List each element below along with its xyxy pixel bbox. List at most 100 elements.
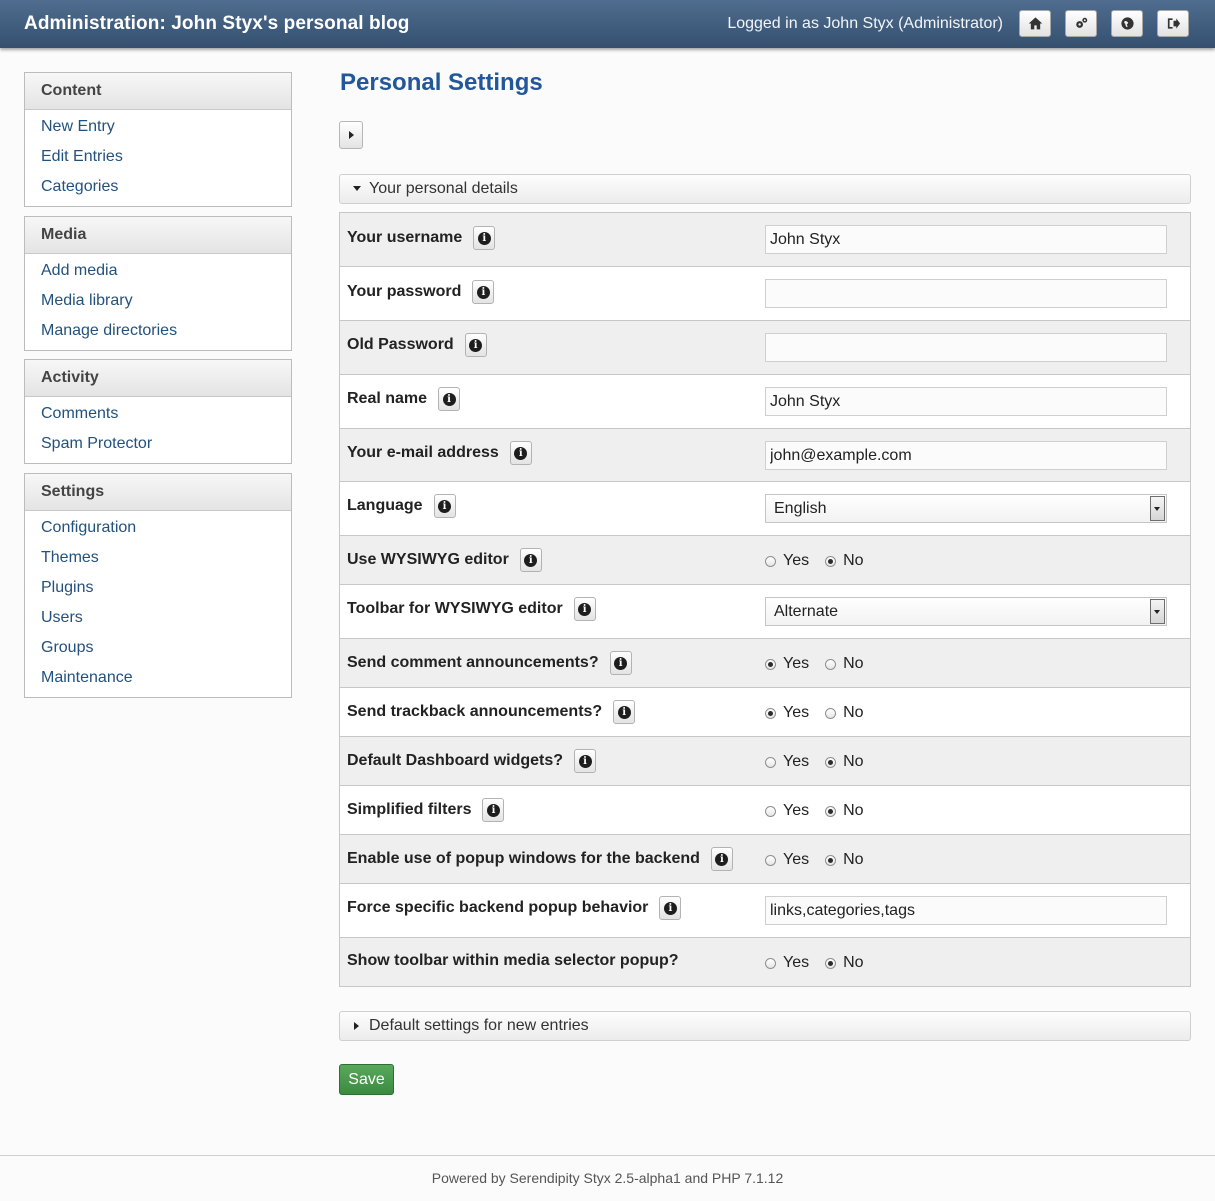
nav-edit-entries[interactable]: Edit Entries (25, 142, 291, 172)
nav-settings: Settings Configuration Themes Plugins Us… (24, 473, 292, 698)
nav-maintenance[interactable]: Maintenance (25, 663, 291, 693)
footer-divider (0, 1155, 1215, 1156)
info-icon: i (578, 602, 592, 616)
toolbar-select[interactable]: Alternate (765, 597, 1167, 626)
info-icon: i (476, 285, 490, 299)
wysiwyg-no-radio[interactable] (825, 555, 837, 567)
nav-new-entry[interactable]: New Entry (25, 112, 291, 142)
old-password-label: Old Password (347, 336, 454, 353)
dashboard-widgets-yes-radio[interactable] (765, 756, 776, 768)
email-info-button[interactable]: i (509, 441, 532, 465)
popup-behavior-info-button[interactable]: i (659, 896, 682, 920)
dashboard-widgets-radio-group: Yes No (765, 753, 864, 771)
old-password-input[interactable] (765, 333, 1167, 362)
info-icon: i (524, 553, 538, 567)
password-input[interactable] (765, 279, 1167, 308)
comment-announce-label: Send comment announcements? (347, 654, 599, 671)
language-select-value: English (774, 500, 827, 517)
comment-announce-info-button[interactable]: i (609, 651, 632, 675)
popup-windows-info-button[interactable]: i (710, 847, 733, 871)
section-personal-details-label: Your personal details (369, 180, 518, 197)
view-blog-button[interactable] (1111, 10, 1143, 37)
nav-categories[interactable]: Categories (25, 172, 291, 202)
email-label: Your e-mail address (347, 444, 499, 461)
media-toolbar-no-radio[interactable] (825, 957, 837, 969)
nav-add-media[interactable]: Add media (25, 256, 291, 286)
nav-configuration[interactable]: Configuration (25, 513, 291, 543)
dashboard-widgets-info-button[interactable]: i (574, 749, 597, 773)
media-toolbar-yes-radio[interactable] (765, 957, 776, 969)
username-label: Your username (347, 229, 463, 246)
nav-settings-title: Settings (25, 474, 291, 511)
nav-media-library[interactable]: Media library (25, 286, 291, 316)
section-personal-details[interactable]: Your personal details (339, 174, 1191, 204)
simplified-filters-no-radio[interactable] (825, 805, 837, 817)
admin-title: Administration: John Styx's personal blo… (24, 13, 410, 34)
home-button[interactable] (1019, 10, 1051, 37)
nav-themes[interactable]: Themes (25, 543, 291, 573)
email-input[interactable] (765, 441, 1167, 470)
logout-icon (1167, 18, 1180, 29)
section-default-settings[interactable]: Default settings for new entries (339, 1011, 1191, 1041)
password-label: Your password (347, 283, 462, 300)
old-password-info-button[interactable]: i (464, 333, 487, 357)
username-info-button[interactable]: i (473, 226, 496, 250)
nav-groups[interactable]: Groups (25, 633, 291, 663)
row-trackback-announce: Send trackback announcements? i Yes No (340, 688, 1190, 737)
nav-manage-directories[interactable]: Manage directories (25, 316, 291, 346)
trackback-announce-yes-radio[interactable] (765, 707, 776, 719)
info-icon: i (438, 499, 452, 513)
language-info-button[interactable]: i (433, 494, 456, 518)
row-password: Your password i (340, 267, 1190, 321)
nav-plugins[interactable]: Plugins (25, 573, 291, 603)
info-icon: i (469, 338, 483, 352)
trackback-announce-no-radio[interactable] (825, 707, 837, 719)
password-info-button[interactable]: i (472, 280, 495, 304)
wysiwyg-yes-radio[interactable] (765, 555, 776, 567)
language-select[interactable]: English (765, 494, 1167, 523)
wysiwyg-info-button[interactable]: i (519, 548, 542, 572)
popup-behavior-input[interactable] (765, 896, 1167, 925)
nav-users[interactable]: Users (25, 603, 291, 633)
row-comment-announce: Send comment announcements? i Yes No (340, 639, 1190, 688)
popup-windows-no-radio[interactable] (825, 854, 837, 866)
dashboard-widgets-label: Default Dashboard widgets? (347, 752, 564, 769)
info-icon: i (578, 754, 592, 768)
section-default-settings-label: Default settings for new entries (369, 1017, 589, 1034)
save-button[interactable]: Save (339, 1064, 394, 1095)
media-toolbar-radio-group: Yes No (765, 954, 864, 972)
nav-spam-protector[interactable]: Spam Protector (25, 429, 291, 459)
logout-button[interactable] (1157, 10, 1189, 37)
simplified-filters-yes-radio[interactable] (765, 805, 776, 817)
username-input[interactable] (765, 225, 1167, 254)
popup-windows-yes-radio[interactable] (765, 854, 776, 866)
info-icon: i (486, 803, 500, 817)
info-icon: i (663, 901, 677, 915)
nav-activity: Activity Comments Spam Protector (24, 359, 292, 464)
language-label: Language (347, 497, 423, 514)
dashboard-widgets-no-radio[interactable] (825, 756, 837, 768)
real-name-input[interactable] (765, 387, 1167, 416)
row-email: Your e-mail address i (340, 429, 1190, 482)
dropdown-arrow-icon (1150, 496, 1165, 521)
info-icon: i (614, 656, 628, 670)
trackback-announce-label: Send trackback announcements? (347, 703, 603, 720)
wysiwyg-label: Use WYSIWYG editor (347, 551, 509, 568)
popup-behavior-label: Force specific backend popup behavior (347, 899, 649, 916)
real-name-info-button[interactable]: i (438, 387, 461, 411)
row-simplified-filters: Simplified filters i Yes No (340, 786, 1190, 835)
nav-comments[interactable]: Comments (25, 399, 291, 429)
comment-announce-yes-radio[interactable] (765, 658, 776, 670)
gears-icon (1075, 17, 1087, 28)
toolbar-info-button[interactable]: i (573, 597, 596, 621)
simplified-filters-info-button[interactable]: i (482, 798, 505, 822)
info-icon: i (715, 852, 729, 866)
login-status: Logged in as John Styx (Administrator) (727, 15, 1003, 32)
toggle-all-button[interactable] (339, 121, 363, 149)
comment-announce-no-radio[interactable] (825, 658, 837, 670)
wysiwyg-radio-group: Yes No (765, 552, 864, 570)
row-popup-windows: Enable use of popup windows for the back… (340, 835, 1190, 884)
nav-content: Content New Entry Edit Entries Categorie… (24, 72, 292, 207)
settings-button[interactable] (1065, 10, 1097, 37)
trackback-announce-info-button[interactable]: i (613, 700, 636, 724)
